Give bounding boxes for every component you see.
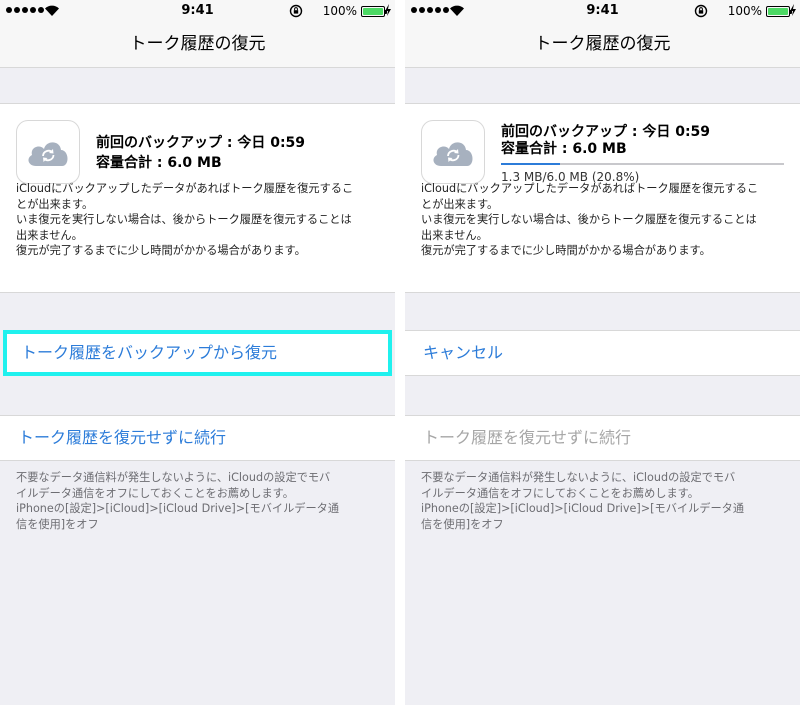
continue-without-restore-button[interactable]: トーク履歴を復元せずに続行	[0, 415, 395, 461]
footer-line: 信を使用]をオフ	[16, 517, 99, 531]
footer-line: iPhoneの[設定]>[iCloud]>[iCloud Drive]>[モバイ…	[16, 502, 340, 515]
icloud-restore-icon	[16, 120, 80, 184]
description-line: とが出来ます。	[421, 197, 499, 211]
footer-line: イルデータ通信をオフにしておくことをお薦めします。	[16, 486, 294, 500]
footer-line: 不要なデータ通信料が発生しないように、iCloudの設定でモバ	[421, 471, 736, 484]
page-title: トーク履歴の復元	[0, 22, 395, 68]
description-line: iCloudにバックアップしたデータがあればトーク履歴を復元するこ	[16, 182, 354, 195]
progress-fill	[501, 163, 560, 165]
battery-icon	[361, 6, 387, 17]
rotation-lock-icon	[289, 4, 303, 18]
battery-percent: 100%	[322, 4, 357, 18]
page-title: トーク履歴の復元	[405, 22, 800, 68]
footer-line: 信を使用]をオフ	[421, 517, 504, 531]
status-bar: 9:41 100%	[405, 0, 800, 22]
charging-bolt-icon	[790, 4, 796, 16]
description-text: iCloudにバックアップしたデータがあればトーク履歴を復元するこ とが出来ます…	[16, 181, 383, 259]
description-line: iCloudにバックアップしたデータがあればトーク履歴を復元するこ	[421, 182, 759, 195]
description-line: 復元が完了するまでに少し時間がかかる場合があります。	[16, 244, 306, 257]
cancel-button[interactable]: キャンセル	[405, 330, 800, 376]
continue-without-restore-button: トーク履歴を復元せずに続行	[405, 415, 800, 461]
description-line: 出来ません。	[421, 228, 488, 242]
restore-screen-in-progress: 9:41 100% トーク履歴の復元 前回のバックアップ : 今日 0:59 容…	[405, 0, 800, 705]
description-line: とが出来ます。	[16, 197, 94, 211]
backup-info-card: 前回のバックアップ : 今日 0:59 容量合計 : 6.0 MB 1.3 MB…	[405, 103, 800, 293]
last-backup-label: 前回のバックアップ : 今日 0:59	[96, 135, 306, 151]
backup-info-card: 前回のバックアップ : 今日 0:59 容量合計 : 6.0 MB iCloud…	[0, 103, 395, 293]
battery-icon	[766, 6, 792, 17]
capacity-label: 容量合計 : 6.0 MB	[501, 141, 627, 157]
footer-line: 不要なデータ通信料が発生しないように、iCloudの設定でモバ	[16, 471, 331, 484]
description-line: 出来ません。	[16, 228, 83, 242]
rotation-lock-icon	[694, 4, 708, 18]
capacity-label: 容量合計 : 6.0 MB	[96, 155, 222, 171]
description-line: 復元が完了するまでに少し時間がかかる場合があります。	[421, 244, 711, 257]
description-line: いま復元を実行しない場合は、後からトーク履歴を復元することは	[421, 213, 757, 226]
charging-bolt-icon	[385, 4, 391, 16]
status-bar: 9:41 100%	[0, 0, 395, 22]
footer-line: iPhoneの[設定]>[iCloud]>[iCloud Drive]>[モバイ…	[421, 502, 745, 515]
footer-line: イルデータ通信をオフにしておくことをお薦めします。	[421, 486, 699, 500]
restore-progress-bar	[501, 163, 784, 165]
description-line: いま復元を実行しない場合は、後からトーク履歴を復元することは	[16, 213, 352, 226]
battery-percent: 100%	[727, 4, 762, 18]
description-text: iCloudにバックアップしたデータがあればトーク履歴を復元するこ とが出来ます…	[421, 181, 788, 259]
restore-screen-idle: 9:41 100% トーク履歴の復元 前回のバックアップ : 今日 0:59 容…	[0, 0, 395, 705]
restore-from-backup-button[interactable]: トーク履歴をバックアップから復元	[3, 330, 392, 376]
icloud-restore-icon	[421, 120, 485, 184]
footer-note: 不要なデータ通信料が発生しないように、iCloudの設定でモバ イルデータ通信を…	[16, 470, 383, 532]
footer-note: 不要なデータ通信料が発生しないように、iCloudの設定でモバ イルデータ通信を…	[421, 470, 788, 532]
